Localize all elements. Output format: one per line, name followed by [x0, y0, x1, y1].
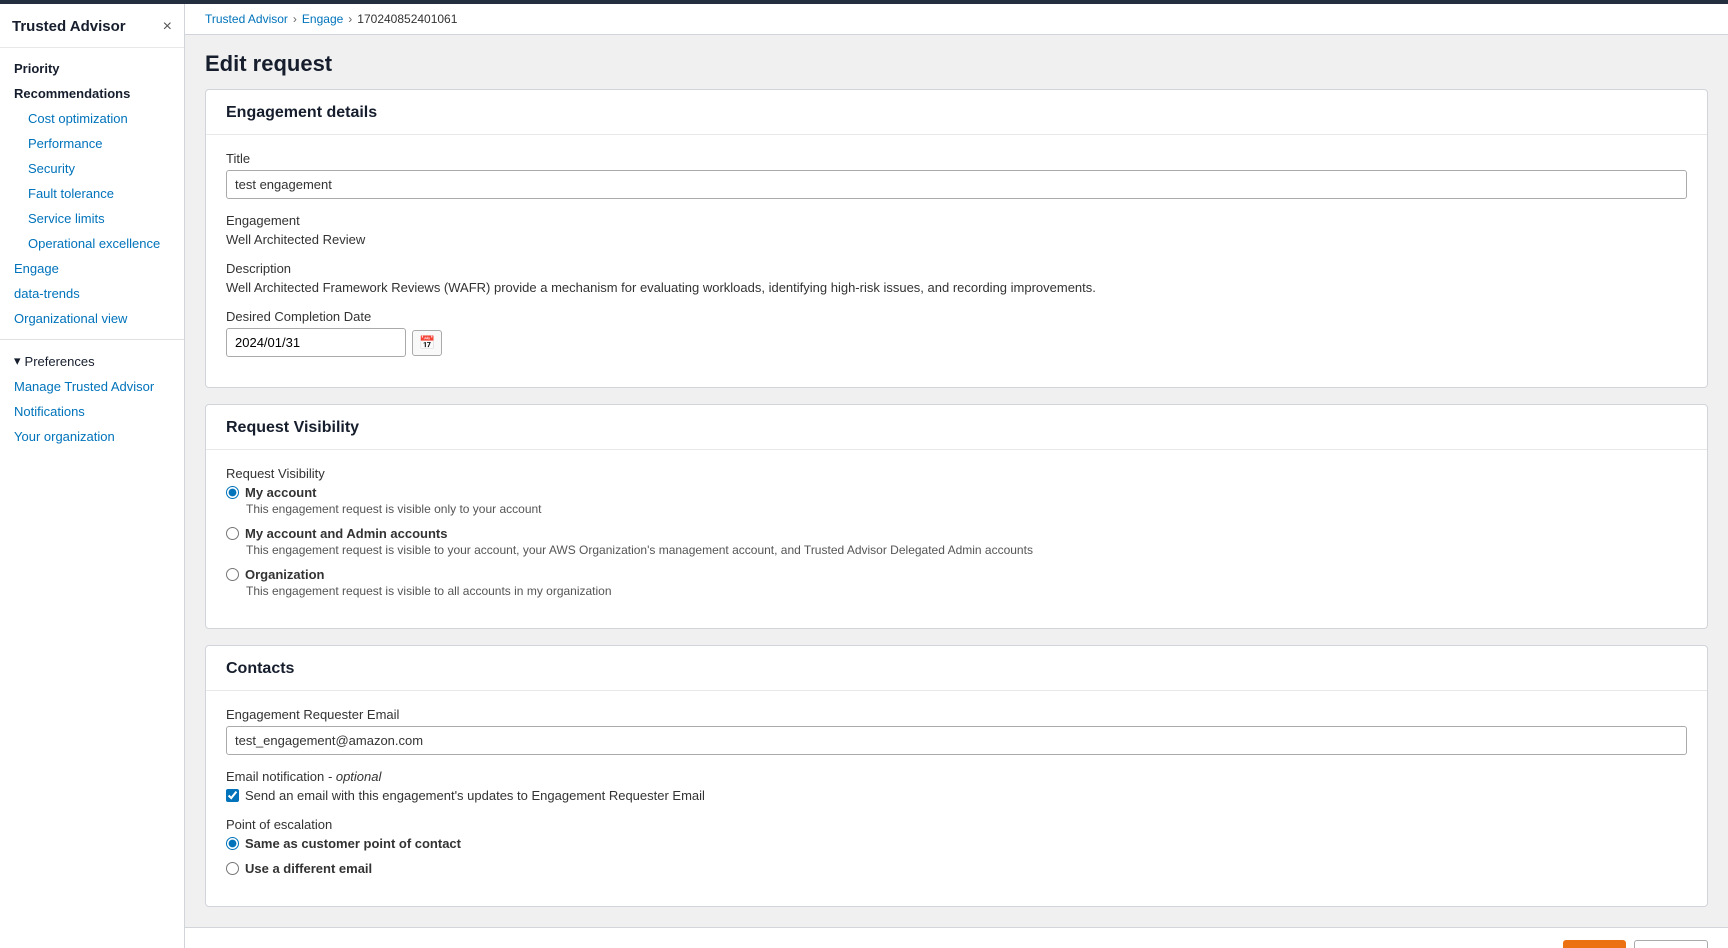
- engagement-value: Well Architected Review: [226, 232, 1687, 247]
- visibility-option-organization: Organization This engagement request is …: [226, 567, 1687, 598]
- sidebar-item-engage[interactable]: Engage: [0, 256, 184, 281]
- breadcrumb-sep-1: ›: [293, 12, 297, 26]
- escalation-label-same: Same as customer point of contact: [245, 836, 461, 851]
- sidebar-nav: Priority Recommendations Cost optimizati…: [0, 48, 184, 948]
- engagement-label: Engagement: [226, 213, 1687, 228]
- visibility-label-admin: My account and Admin accounts: [245, 526, 448, 541]
- visibility-desc-admin: This engagement request is visible to yo…: [246, 543, 1687, 557]
- breadcrumb-trusted-advisor[interactable]: Trusted Advisor: [205, 12, 288, 26]
- desired-completion-group: Desired Completion Date 📅: [226, 309, 1687, 357]
- visibility-radio-group: My account This engagement request is vi…: [226, 485, 1687, 598]
- visibility-option-admin: My account and Admin accounts This engag…: [226, 526, 1687, 557]
- engagement-details-title: Engagement details: [206, 90, 1707, 135]
- escalation-radio-same[interactable]: [226, 837, 239, 850]
- sidebar-item-your-organization[interactable]: Your organization: [0, 424, 184, 449]
- contacts-body: Engagement Requester Email Email notific…: [206, 691, 1707, 906]
- escalation-label: Point of escalation: [226, 817, 1687, 832]
- sidebar-item-priority[interactable]: Priority: [0, 56, 184, 81]
- email-notification-optional: - optional: [328, 769, 381, 784]
- description-group: Description Well Architected Framework R…: [226, 261, 1687, 295]
- requester-email-label: Engagement Requester Email: [226, 707, 1687, 722]
- sidebar-close-button[interactable]: ×: [163, 19, 172, 35]
- sidebar: Trusted Advisor × Priority Recommendatio…: [0, 4, 185, 948]
- sidebar-title: Trusted Advisor: [12, 18, 126, 35]
- requester-email-group: Engagement Requester Email: [226, 707, 1687, 755]
- contacts-title: Contacts: [206, 646, 1707, 691]
- visibility-label-organization: Organization: [245, 567, 324, 582]
- calendar-button[interactable]: 📅: [412, 330, 442, 356]
- chevron-down-icon: ▾: [14, 353, 21, 369]
- visibility-radio-admin[interactable]: [226, 527, 239, 540]
- contacts-card: Contacts Engagement Requester Email Emai…: [205, 645, 1708, 907]
- cancel-button[interactable]: Cancel: [1634, 940, 1708, 948]
- request-visibility-body: Request Visibility My account This engag…: [206, 450, 1707, 628]
- visibility-label-my-account: My account: [245, 485, 317, 500]
- sidebar-item-performance[interactable]: Performance: [0, 131, 184, 156]
- email-notification-group: Email notification - optional Send an em…: [226, 769, 1687, 803]
- escalation-option-same-row: Same as customer point of contact: [226, 836, 1687, 851]
- escalation-radio-different[interactable]: [226, 862, 239, 875]
- description-label: Description: [226, 261, 1687, 276]
- visibility-desc-organization: This engagement request is visible to al…: [246, 584, 1687, 598]
- request-visibility-group: Request Visibility My account This engag…: [226, 466, 1687, 598]
- sidebar-item-operational-excellence[interactable]: Operational excellence: [0, 231, 184, 256]
- preferences-label: Preferences: [25, 354, 95, 369]
- title-label: Title: [226, 151, 1687, 166]
- calendar-icon: 📅: [419, 335, 435, 350]
- engagement-details-card: Engagement details Title Engagement Well…: [205, 89, 1708, 388]
- request-visibility-card: Request Visibility Request Visibility My…: [205, 404, 1708, 629]
- escalation-option-different: Use a different email: [226, 861, 1687, 876]
- sidebar-divider: [0, 339, 184, 340]
- sidebar-item-manage-trusted-advisor[interactable]: Manage Trusted Advisor: [0, 374, 184, 399]
- sidebar-item-service-limits[interactable]: Service limits: [0, 206, 184, 231]
- sidebar-preferences-header[interactable]: ▾ Preferences: [0, 348, 184, 374]
- breadcrumb: Trusted Advisor › Engage › 1702408524010…: [185, 4, 1728, 35]
- sidebar-item-recommendations-header: Recommendations: [0, 81, 184, 106]
- escalation-option-same: Same as customer point of contact: [226, 836, 1687, 851]
- main-content: Trusted Advisor › Engage › 1702408524010…: [185, 4, 1728, 948]
- visibility-desc-my-account: This engagement request is visible only …: [246, 502, 1687, 516]
- sidebar-item-data-trends[interactable]: data-trends: [0, 281, 184, 306]
- escalation-option-different-row: Use a different email: [226, 861, 1687, 876]
- email-notification-checkbox[interactable]: [226, 789, 239, 802]
- description-value: Well Architected Framework Reviews (WAFR…: [226, 280, 1687, 295]
- title-group: Title: [226, 151, 1687, 199]
- sidebar-item-cost-optimization[interactable]: Cost optimization: [0, 106, 184, 131]
- title-input[interactable]: [226, 170, 1687, 199]
- page-title: Edit request: [205, 51, 1708, 77]
- desired-completion-label: Desired Completion Date: [226, 309, 1687, 324]
- breadcrumb-sep-2: ›: [348, 12, 352, 26]
- email-notification-checkbox-row: Send an email with this engagement's upd…: [226, 788, 1687, 803]
- escalation-label-different: Use a different email: [245, 861, 372, 876]
- breadcrumb-current: 170240852401061: [357, 12, 457, 26]
- desired-completion-input[interactable]: [226, 328, 406, 357]
- sidebar-header: Trusted Advisor ×: [0, 4, 184, 48]
- sidebar-item-notifications[interactable]: Notifications: [0, 399, 184, 424]
- sidebar-item-fault-tolerance[interactable]: Fault tolerance: [0, 181, 184, 206]
- escalation-radio-group: Same as customer point of contact Use a …: [226, 836, 1687, 876]
- visibility-radio-my-account[interactable]: [226, 486, 239, 499]
- engagement-group: Engagement Well Architected Review: [226, 213, 1687, 247]
- requester-email-input[interactable]: [226, 726, 1687, 755]
- email-notification-checkbox-label: Send an email with this engagement's upd…: [245, 788, 705, 803]
- sidebar-item-security[interactable]: Security: [0, 156, 184, 181]
- cards-area: Engagement details Title Engagement Well…: [185, 89, 1728, 927]
- visibility-option-my-account: My account This engagement request is vi…: [226, 485, 1687, 516]
- email-notification-label-row: Email notification - optional: [226, 769, 1687, 784]
- visibility-radio-organization[interactable]: [226, 568, 239, 581]
- engagement-details-body: Title Engagement Well Architected Review…: [206, 135, 1707, 387]
- page-title-area: Edit request: [185, 35, 1728, 89]
- visibility-option-organization-row: Organization: [226, 567, 1687, 582]
- sidebar-item-organizational-view[interactable]: Organizational view: [0, 306, 184, 331]
- email-notification-label: Email notification: [226, 769, 324, 784]
- visibility-option-admin-row: My account and Admin accounts: [226, 526, 1687, 541]
- visibility-option-my-account-row: My account: [226, 485, 1687, 500]
- request-visibility-label: Request Visibility: [226, 466, 1687, 481]
- date-input-wrapper: 📅: [226, 328, 1687, 357]
- request-visibility-title: Request Visibility: [206, 405, 1707, 450]
- page-footer: Save Cancel: [185, 927, 1728, 948]
- save-button[interactable]: Save: [1563, 940, 1625, 948]
- breadcrumb-engage[interactable]: Engage: [302, 12, 343, 26]
- escalation-group: Point of escalation Same as customer poi…: [226, 817, 1687, 876]
